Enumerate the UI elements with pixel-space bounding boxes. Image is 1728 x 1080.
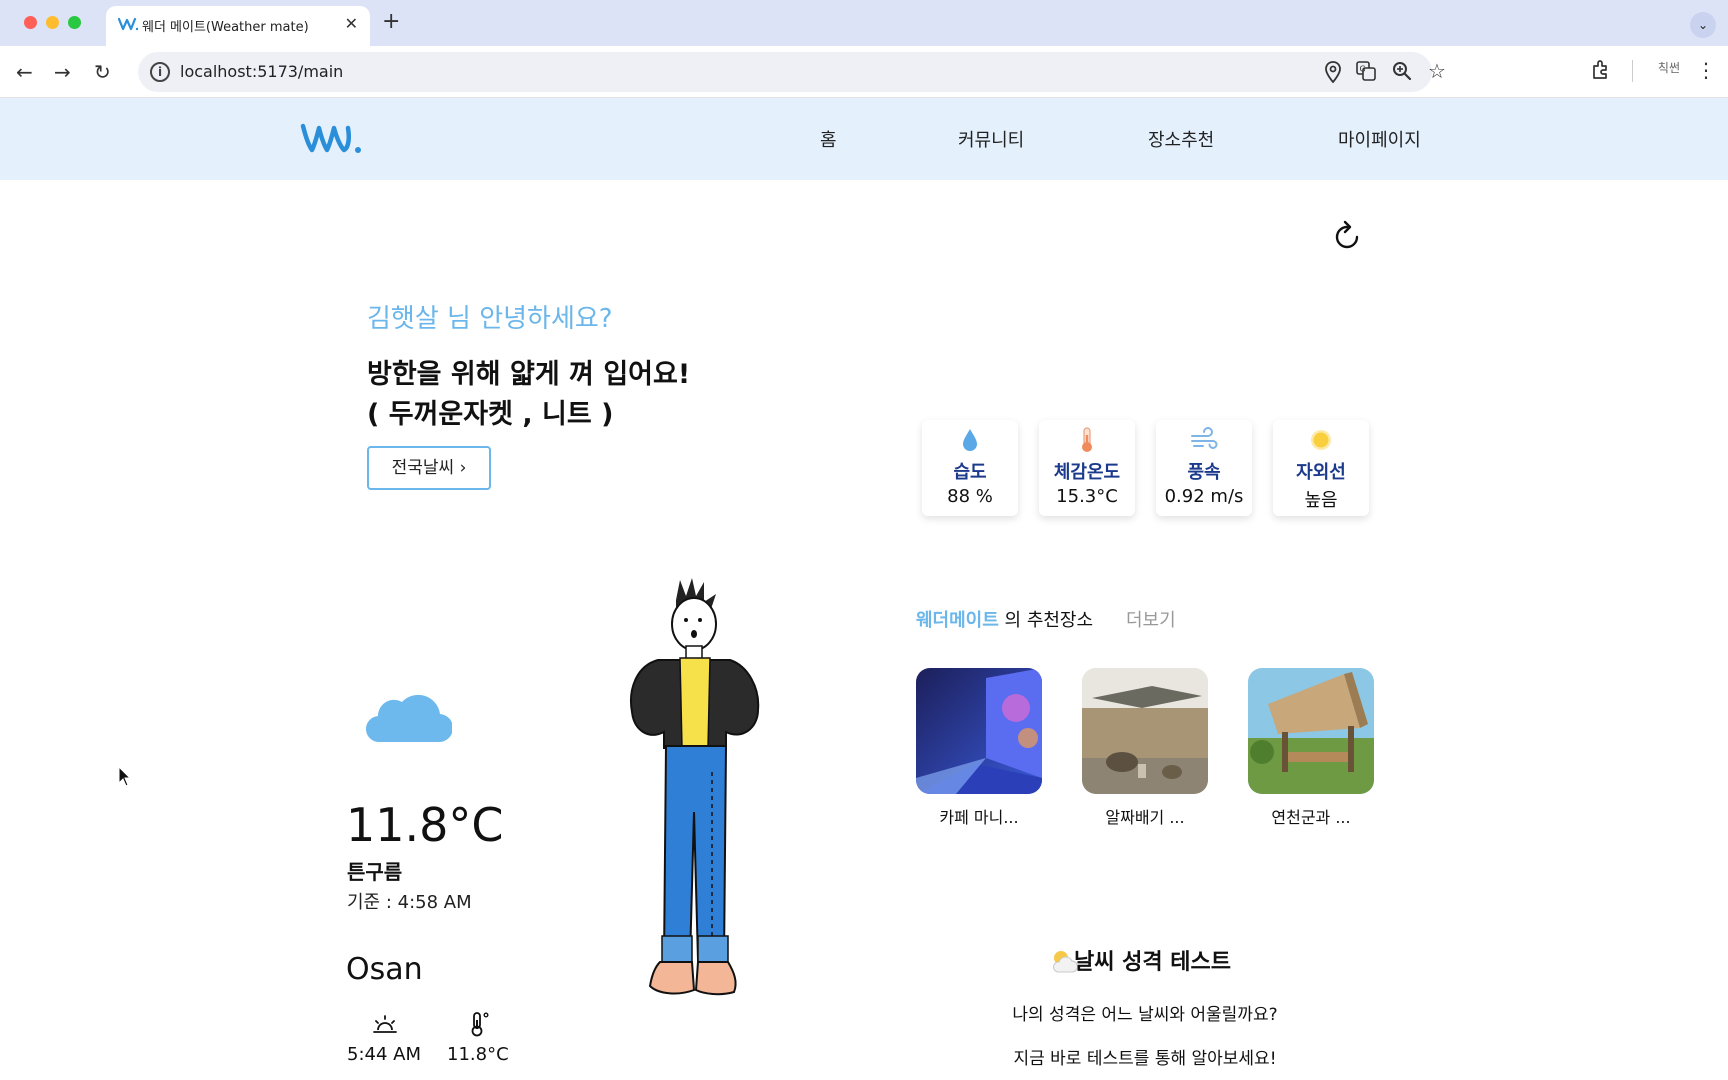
water-drop-icon: [963, 429, 977, 451]
sky-condition: 튼구름: [347, 860, 403, 884]
nationwide-weather-button[interactable]: 전국날씨 ›: [367, 446, 491, 490]
site-header: 홈 커뮤니티 장소추천 마이페이지: [0, 98, 1728, 180]
weather-test-title[interactable]: 날씨 성격 테스트: [1074, 944, 1231, 976]
feels-like-card: 체감온도 15.3°C: [1039, 420, 1135, 516]
profile-button[interactable]: 칙썬: [1658, 59, 1680, 76]
toolbar-divider: [1632, 60, 1633, 82]
humidity-label: 습도: [953, 462, 987, 483]
outfit-advice: 방한을 위해 얇게 껴 입어요!: [367, 359, 691, 390]
more-link[interactable]: 더보기: [1126, 606, 1176, 632]
sunrise-icon: [373, 1015, 397, 1033]
minimize-window-button[interactable]: [46, 16, 59, 29]
uv-card: 자외선 높음: [1273, 420, 1369, 516]
zoom-icon[interactable]: [1392, 61, 1412, 81]
reload-button[interactable]: ↻: [94, 60, 111, 84]
uv-label: 자외선: [1296, 462, 1346, 483]
recommend-title: 웨더메이트 의 추천장소: [916, 606, 1093, 632]
observation-time: 기준 : 4:58 AM: [347, 892, 472, 913]
place-name[interactable]: 카페 마니...: [916, 804, 1042, 828]
current-temperature: 11.8°C: [346, 798, 504, 852]
place-name[interactable]: 알짜배기 ...: [1082, 804, 1208, 828]
url-text: localhost:5173/main: [180, 62, 344, 81]
weather-test-line2: 지금 바로 테스트를 통해 알아보세요!: [1013, 1049, 1277, 1069]
recommend-brand: 웨더메이트: [916, 610, 999, 631]
mini-temperature: 11.8°C: [447, 1044, 509, 1065]
nav-mypage[interactable]: 마이페이지: [1338, 126, 1421, 152]
place-image[interactable]: [1248, 668, 1374, 794]
nav-home[interactable]: 홈: [820, 126, 837, 152]
feels-like-value: 15.3°C: [1056, 486, 1118, 507]
forward-button[interactable]: →: [54, 60, 71, 84]
wind-value: 0.92 m/s: [1164, 486, 1244, 507]
uv-value: 높음: [1304, 490, 1338, 511]
extensions-icon[interactable]: [1590, 59, 1612, 81]
wind-icon: [1191, 427, 1218, 449]
back-button[interactable]: ←: [16, 60, 33, 84]
city-name: Osan: [346, 952, 423, 987]
mouse-cursor-icon: [118, 766, 132, 787]
tab-search-button[interactable]: ⌄: [1690, 12, 1716, 38]
favicon-icon: [118, 17, 138, 31]
svg-text:G: G: [1360, 65, 1366, 74]
thermometer-outline-icon: [471, 1012, 489, 1037]
location-icon[interactable]: [1324, 61, 1342, 83]
bookmark-star-icon[interactable]: ☆: [1428, 59, 1446, 83]
more-menu-icon[interactable]: ⋮: [1696, 58, 1716, 82]
weather-test-line1: 나의 성격은 어느 날씨와 어울릴까요?: [1012, 1005, 1278, 1025]
browser-tab[interactable]: 웨더 메이트(Weather mate) ✕: [106, 6, 370, 46]
translate-icon[interactable]: G: [1356, 61, 1376, 81]
tab-title: 웨더 메이트(Weather mate): [142, 20, 309, 35]
place-card[interactable]: 연천군과 ...: [1248, 668, 1374, 827]
place-card[interactable]: 카페 마니...: [916, 668, 1042, 827]
web-page: 홈 커뮤니티 장소추천 마이페이지 김햇살 님 안녕하세요? 방한을 위해 얇게…: [0, 98, 1728, 1080]
humidity-value: 88 %: [947, 486, 993, 507]
recommend-suffix: 의 추천장소: [998, 610, 1094, 631]
site-info-icon[interactable]: i: [150, 62, 170, 82]
outfit-items: ( 두꺼운자켓 , 니트 ): [367, 399, 614, 430]
weathermate-logo[interactable]: [300, 118, 364, 158]
close-window-button[interactable]: [24, 16, 37, 29]
sunrise-time: 5:44 AM: [347, 1044, 421, 1065]
tab-bar: 웨더 메이트(Weather mate) ✕ + ⌄: [0, 0, 1728, 46]
thermometer-icon: [1082, 427, 1092, 452]
browser-toolbar: ← → ↻ i localhost:5173/main G ☆ 칙썬 ⋮: [0, 46, 1728, 98]
nav-place-recommend[interactable]: 장소추천: [1148, 126, 1214, 152]
address-bar[interactable]: i localhost:5173/main G ☆: [138, 52, 1446, 92]
browser-window: 웨더 메이트(Weather mate) ✕ + ⌄ ← → ↻ i local…: [0, 0, 1728, 1080]
place-image[interactable]: [1082, 668, 1208, 794]
greeting-text: 김햇살 님 안녕하세요?: [367, 304, 613, 334]
place-card[interactable]: 알짜배기 ...: [1082, 668, 1208, 827]
cloud-icon: [366, 694, 452, 743]
refresh-icon[interactable]: [1330, 220, 1364, 254]
nav-community[interactable]: 커뮤니티: [958, 126, 1024, 152]
feels-like-label: 체감온도: [1053, 462, 1121, 483]
new-tab-button[interactable]: +: [382, 9, 400, 35]
wind-label: 풍속: [1187, 462, 1221, 483]
place-image[interactable]: [916, 668, 1042, 794]
sun-icon: [1311, 430, 1331, 450]
maximize-window-button[interactable]: [68, 16, 81, 29]
place-name[interactable]: 연천군과 ...: [1248, 804, 1374, 828]
outfit-character-illustration: [630, 578, 760, 996]
humidity-card: 습도 88 %: [922, 420, 1018, 516]
close-tab-icon[interactable]: ✕: [345, 14, 358, 33]
wind-card: 풍속 0.92 m/s: [1156, 420, 1252, 516]
